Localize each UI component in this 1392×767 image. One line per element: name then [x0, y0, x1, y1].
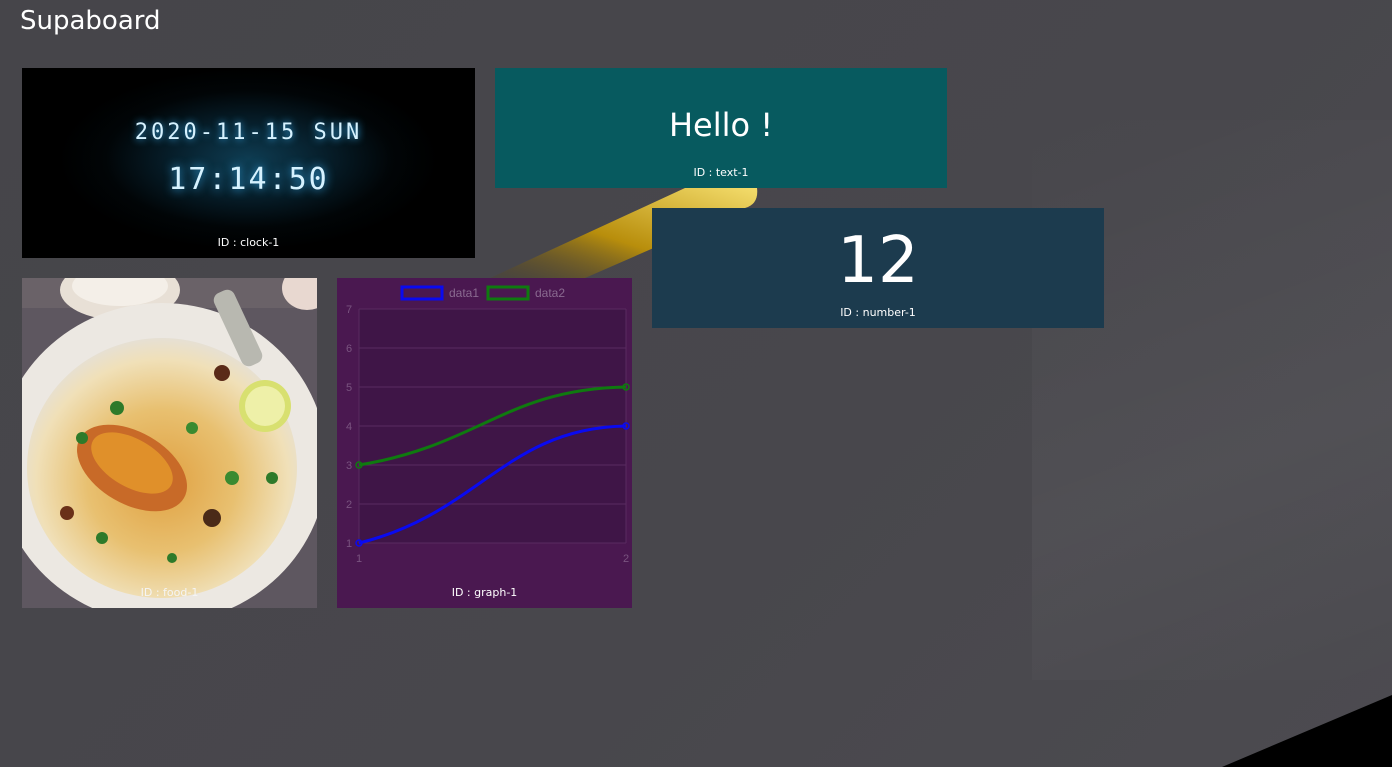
- widget-id-label: ID : food-1: [140, 586, 199, 599]
- x-tick-label: 1: [356, 553, 362, 565]
- legend-swatch: [400, 285, 444, 301]
- number-widget-value: 12: [837, 224, 919, 298]
- y-tick-label: 2: [346, 499, 352, 511]
- food-image: [22, 278, 317, 608]
- widget-id-label: ID : graph-1: [451, 586, 518, 599]
- widget-id-label: ID : text-1: [693, 166, 749, 179]
- y-tick-label: 6: [346, 343, 352, 355]
- number-widget[interactable]: 12 ID : number-1: [652, 208, 1104, 328]
- legend-label: data2: [535, 286, 565, 300]
- line-chart: 1 2 3 4 5 6 7 1 2 data1 data2: [346, 285, 630, 565]
- background-highlight: [1032, 120, 1392, 680]
- legend-label: data1: [449, 286, 479, 300]
- clock-date: 2020-11-15 SUN: [134, 120, 363, 145]
- image-widget[interactable]: ID : food-1: [22, 278, 317, 608]
- background-corner-decoration: [1222, 695, 1392, 767]
- clock-widget[interactable]: 2020-11-15 SUN 17:14:50 ID : clock-1: [22, 68, 475, 258]
- y-tick-label: 5: [346, 382, 352, 394]
- clock-time: 17:14:50: [168, 162, 329, 197]
- text-widget[interactable]: Hello ! ID : text-1: [495, 68, 947, 188]
- y-tick-label: 7: [346, 304, 352, 316]
- widget-id-label: ID : clock-1: [217, 236, 280, 249]
- x-tick-label: 2: [623, 553, 629, 565]
- y-tick-label: 4: [346, 421, 352, 433]
- text-widget-value: Hello !: [668, 106, 774, 144]
- widget-id-label: ID : number-1: [840, 306, 916, 319]
- app-title: Supaboard: [20, 6, 161, 36]
- legend-swatch: [486, 285, 530, 301]
- graph-widget[interactable]: 1 2 3 4 5 6 7 1 2 data1 data2 ID : graph-1: [337, 278, 632, 608]
- y-tick-label: 1: [346, 538, 352, 550]
- y-tick-label: 3: [346, 460, 352, 472]
